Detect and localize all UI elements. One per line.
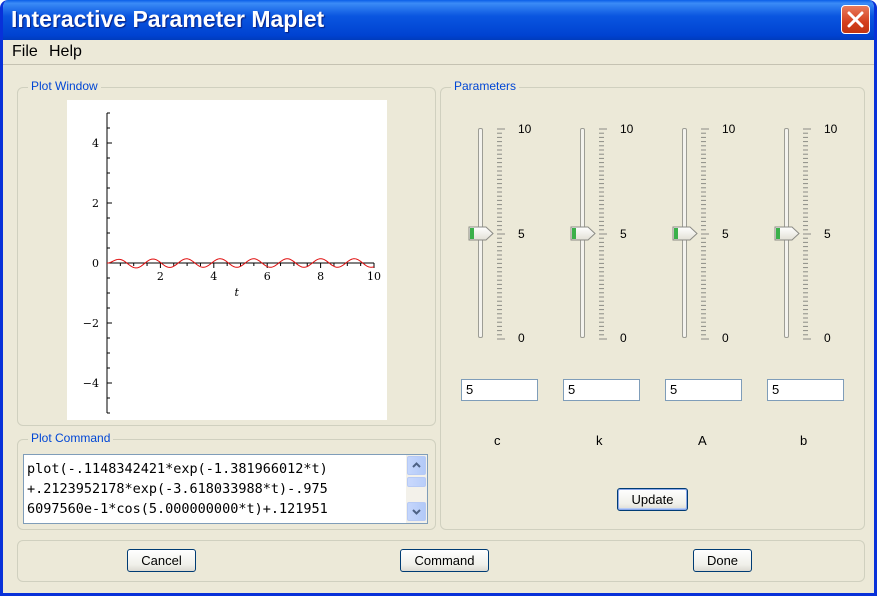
param-label-c: c [494, 433, 501, 448]
done-button[interactable]: Done [693, 549, 752, 572]
menu-help[interactable]: Help [49, 43, 82, 61]
slider-min-label: 0 [722, 331, 729, 345]
slider-mid-label: 5 [722, 227, 729, 241]
parameters-label: Parameters [451, 79, 520, 93]
title-bar[interactable]: Interactive Parameter Maplet [3, 0, 874, 40]
slider-thumb[interactable] [468, 226, 496, 242]
plot-command-text: plot(-.1148342421*exp(-1.381966012*t) +.2… [27, 459, 407, 519]
maplet-window: Interactive Parameter Maplet File Help P… [0, 0, 877, 596]
close-button[interactable] [841, 5, 870, 34]
slider-max-label: 10 [824, 122, 838, 136]
slider-max-label: 10 [620, 122, 634, 136]
slider-thumb[interactable] [774, 226, 802, 242]
chevron-down-icon [412, 509, 421, 515]
y-tick-label: −4 [83, 377, 99, 390]
slider-mid-label: 5 [824, 227, 831, 241]
slider-ticks [701, 128, 709, 340]
x-tick-label: 6 [264, 270, 271, 283]
slider-thumb[interactable] [672, 226, 700, 242]
command-line: +.2123952178*exp(-3.618033988*t)-.975 [27, 481, 328, 497]
y-tick-label: 4 [92, 137, 99, 150]
menu-separator [3, 64, 874, 65]
x-axis-label: t [235, 286, 240, 299]
slider-ticks [599, 128, 607, 340]
param-field-b[interactable]: 5 [767, 379, 844, 401]
slider-thumb[interactable] [570, 226, 598, 242]
x-tick-label: 10 [367, 270, 381, 283]
x-tick-label: 4 [210, 270, 217, 283]
y-tick-label: 0 [92, 257, 99, 270]
menu-bar: File Help [3, 40, 874, 64]
param-label-b: b [800, 433, 808, 448]
menu-file[interactable]: File [12, 43, 38, 61]
plot-chart: 4 2 0 −2 −4 2 4 6 8 10 t [83, 112, 381, 414]
command-line: 6097560e-1*cos(5.000000000*t)+.121951 [27, 501, 328, 517]
slider-min-label: 0 [824, 331, 831, 345]
param-field-A[interactable]: 5 [665, 379, 742, 401]
scroll-thumb[interactable] [407, 477, 426, 487]
slider-min-label: 0 [518, 331, 525, 345]
command-scrollbar[interactable] [406, 455, 427, 523]
cancel-button[interactable]: Cancel [127, 549, 196, 572]
param-label-k: k [596, 433, 603, 448]
slider-ticks [803, 128, 811, 340]
plot-canvas: 4 2 0 −2 −4 2 4 6 8 10 t [67, 100, 387, 420]
scroll-up-button[interactable] [407, 456, 426, 475]
slider-max-label: 10 [722, 122, 736, 136]
plot-command-label: Plot Command [28, 431, 114, 445]
slider-max-label: 10 [518, 122, 532, 136]
update-button[interactable]: Update [617, 488, 688, 511]
window-title: Interactive Parameter Maplet [11, 6, 325, 32]
slider-mid-label: 5 [518, 227, 525, 241]
param-field-k[interactable]: 5 [563, 379, 640, 401]
command-line: plot(-.1148342421*exp(-1.381966012*t) [27, 461, 328, 477]
y-tick-label: 2 [92, 197, 99, 210]
param-label-A: A [698, 433, 707, 448]
slider-mid-label: 5 [620, 227, 627, 241]
y-tick-label: −2 [83, 317, 99, 330]
x-tick-label: 8 [317, 270, 324, 283]
chevron-up-icon [412, 462, 421, 468]
slider-min-label: 0 [620, 331, 627, 345]
close-icon [847, 11, 864, 28]
slider-ticks [497, 128, 505, 340]
plot-command-textarea[interactable]: plot(-.1148342421*exp(-1.381966012*t) +.2… [23, 454, 428, 524]
plot-window-label: Plot Window [28, 79, 101, 93]
param-field-c[interactable]: 5 [461, 379, 538, 401]
scroll-down-button[interactable] [407, 502, 426, 521]
x-tick-label: 2 [157, 270, 164, 283]
command-button[interactable]: Command [400, 549, 489, 572]
